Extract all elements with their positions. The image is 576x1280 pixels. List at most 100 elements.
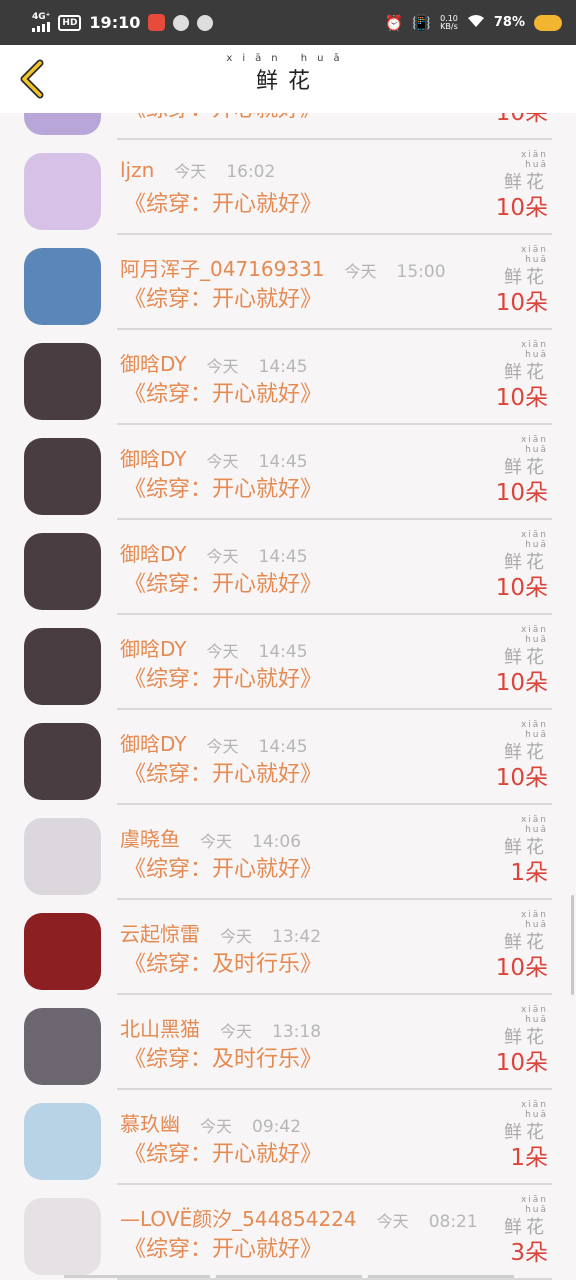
flower-count: 1朵 — [510, 860, 548, 886]
user-name[interactable]: 慕玖幽 — [120, 1108, 180, 1137]
flower-count: 10朵 — [495, 480, 548, 506]
list-item[interactable]: ljzn 今天 16:02 《综穿：开心就好》 xiān huā 鲜花 10朵 — [0, 140, 576, 235]
book-title: 《综穿：开心就好》 — [124, 287, 323, 312]
alarm-icon: ⏰ — [384, 13, 404, 32]
timestamp: 16:02 — [226, 162, 276, 182]
date-label: 今天 — [206, 642, 239, 661]
book-title: 《综穿：开心就好》 — [124, 1237, 323, 1262]
timestamp: 14:06 — [252, 832, 302, 852]
avatar[interactable] — [24, 343, 101, 420]
book-title: 《综穿：开心就好》 — [124, 1142, 323, 1167]
flower-count: 10朵 — [495, 575, 548, 601]
date-label: 今天 — [376, 1212, 409, 1231]
flower-count: 3朵 — [510, 1240, 548, 1266]
book-title: 《综穿：开心就好》 — [124, 762, 323, 787]
app-header: xiān huā 鲜花 — [0, 45, 576, 113]
timestamp: 13:18 — [272, 1022, 322, 1042]
flower-count: 10朵 — [495, 290, 548, 316]
battery-level: 78% — [493, 15, 525, 30]
app-notification-icon — [148, 14, 166, 31]
book-title: 《综穿：开心就好》 — [124, 382, 323, 407]
page-title: xiān huā 鲜花 — [226, 53, 350, 94]
list-item[interactable]: 御晗DY 今天 14:45 《综穿：开心就好》 xiān huā 鲜花 10朵 — [0, 330, 576, 425]
user-name[interactable]: 御晗DY — [120, 443, 187, 472]
user-name[interactable]: 北山黑猫 — [120, 1013, 200, 1042]
book-title: 《综穿：开心就好》 — [124, 113, 322, 123]
date-label: 今天 — [206, 357, 239, 376]
avatar[interactable] — [24, 628, 101, 705]
avatar[interactable] — [24, 438, 101, 515]
list-item[interactable]: 御晗DY 今天 14:45 《综穿：开心就好》 xiān huā 鲜花 10朵 — [0, 615, 576, 710]
date-label: 今天 — [206, 547, 239, 566]
date-label: 今天 — [174, 162, 207, 181]
avatar[interactable] — [24, 723, 101, 800]
flower-count: 10朵 — [495, 1050, 548, 1076]
timestamp: 14:45 — [258, 642, 308, 662]
flower-count: 1朵 — [510, 1145, 548, 1171]
timestamp: 15:00 — [396, 262, 446, 282]
list-item[interactable]: 御晗DY 今天 14:45 《综穿：开心就好》 xiān huā 鲜花 10朵 — [0, 520, 576, 615]
avatar[interactable] — [24, 1198, 101, 1275]
avatar[interactable] — [24, 153, 101, 230]
avatar[interactable] — [24, 248, 101, 325]
user-name[interactable]: 云起惊雷 — [120, 918, 200, 947]
network-type: 4G⁺ — [32, 12, 51, 22]
list-item[interactable]: 慕玖幽 今天 09:42 《综穿：开心就好》 xiān huā 鲜花 1朵 — [0, 1090, 576, 1185]
user-name[interactable]: 御晗DY — [120, 728, 187, 757]
scrollbar[interactable] — [571, 895, 574, 995]
flower-count: 10朵 — [495, 195, 548, 221]
avatar[interactable] — [24, 818, 101, 895]
hd-badge: HD — [58, 14, 82, 31]
avatar[interactable] — [24, 1008, 101, 1085]
avatar[interactable] — [24, 913, 101, 990]
vibrate-icon: 📳 — [412, 13, 432, 32]
timestamp: 14:45 — [258, 357, 308, 377]
user-name[interactable]: ljzn — [120, 158, 154, 182]
sunglasses-emoji-icon — [534, 14, 562, 31]
date-label: 今天 — [220, 1022, 253, 1041]
list-item[interactable]: 北山黑猫 今天 13:18 《综穿：及时行乐》 xiān huā 鲜花 10朵 — [0, 995, 576, 1090]
date-label: 今天 — [200, 832, 233, 851]
date-label: 今天 — [344, 262, 377, 281]
timestamp: 14:45 — [258, 737, 308, 757]
book-title: 《综穿：开心就好》 — [124, 477, 323, 502]
user-name[interactable]: —LOVË颜汐_544854224 — [120, 1203, 357, 1232]
date-label: 今天 — [206, 737, 239, 756]
avatar[interactable] — [24, 533, 101, 610]
avatar[interactable] — [24, 113, 101, 135]
flower-count: 10朵 — [495, 765, 548, 791]
book-title: 《综穿：开心就好》 — [124, 857, 323, 882]
date-label: 今天 — [200, 1117, 233, 1136]
list-item[interactable]: 虞晓鱼 今天 14:06 《综穿：开心就好》 xiān huā 鲜花 1朵 — [0, 805, 576, 900]
user-name[interactable]: 御晗DY — [120, 538, 187, 567]
list-item[interactable]: 云起惊雷 今天 13:42 《综穿：及时行乐》 xiān huā 鲜花 10朵 — [0, 900, 576, 995]
flower-gift-list[interactable]: 《综穿：开心就好》 xiān huā 鲜花 10朵 ljzn 今天 16:02 … — [0, 113, 576, 1280]
book-title: 《综穿：开心就好》 — [124, 667, 323, 692]
flower-count: 10朵 — [495, 113, 548, 126]
list-item[interactable]: 阿月浑子_047169331 今天 15:00 《综穿：开心就好》 xiān h… — [0, 235, 576, 330]
user-name[interactable]: 御晗DY — [120, 633, 187, 662]
clock: 19:10 — [89, 13, 141, 32]
avatar[interactable] — [24, 1103, 101, 1180]
list-item[interactable]: 《综穿：开心就好》 xiān huā 鲜花 10朵 — [0, 113, 576, 140]
book-title: 《综穿：及时行乐》 — [124, 952, 323, 977]
book-title: 《综穿：及时行乐》 — [124, 1047, 323, 1072]
gesture-bar — [64, 1275, 514, 1278]
network-speed: 0.10 KB/s — [440, 13, 458, 31]
status-bar: 4G⁺ HD 19:10 ⏰ 📳 0.10 KB/s 78% — [0, 0, 576, 45]
list-item[interactable]: —LOVË颜汐_544854224 今天 08:21 《综穿：开心就好》 xiā… — [0, 1185, 576, 1280]
notification-icon — [173, 14, 190, 31]
list-item[interactable]: 御晗DY 今天 14:45 《综穿：开心就好》 xiān huā 鲜花 10朵 — [0, 710, 576, 805]
flower-count: 10朵 — [495, 385, 548, 411]
book-title: 《综穿：开心就好》 — [124, 192, 323, 217]
notification-icon-2 — [197, 14, 214, 31]
user-name[interactable]: 阿月浑子_047169331 — [120, 253, 325, 282]
user-name[interactable]: 虞晓鱼 — [120, 823, 180, 852]
user-name[interactable]: 御晗DY — [120, 348, 187, 377]
date-label: 今天 — [206, 452, 239, 471]
timestamp: 13:42 — [272, 927, 322, 947]
signal-icon: 4G⁺ — [32, 13, 50, 32]
list-item[interactable]: 御晗DY 今天 14:45 《综穿：开心就好》 xiān huā 鲜花 10朵 — [0, 425, 576, 520]
flower-count: 10朵 — [495, 670, 548, 696]
book-title: 《综穿：开心就好》 — [124, 572, 323, 597]
